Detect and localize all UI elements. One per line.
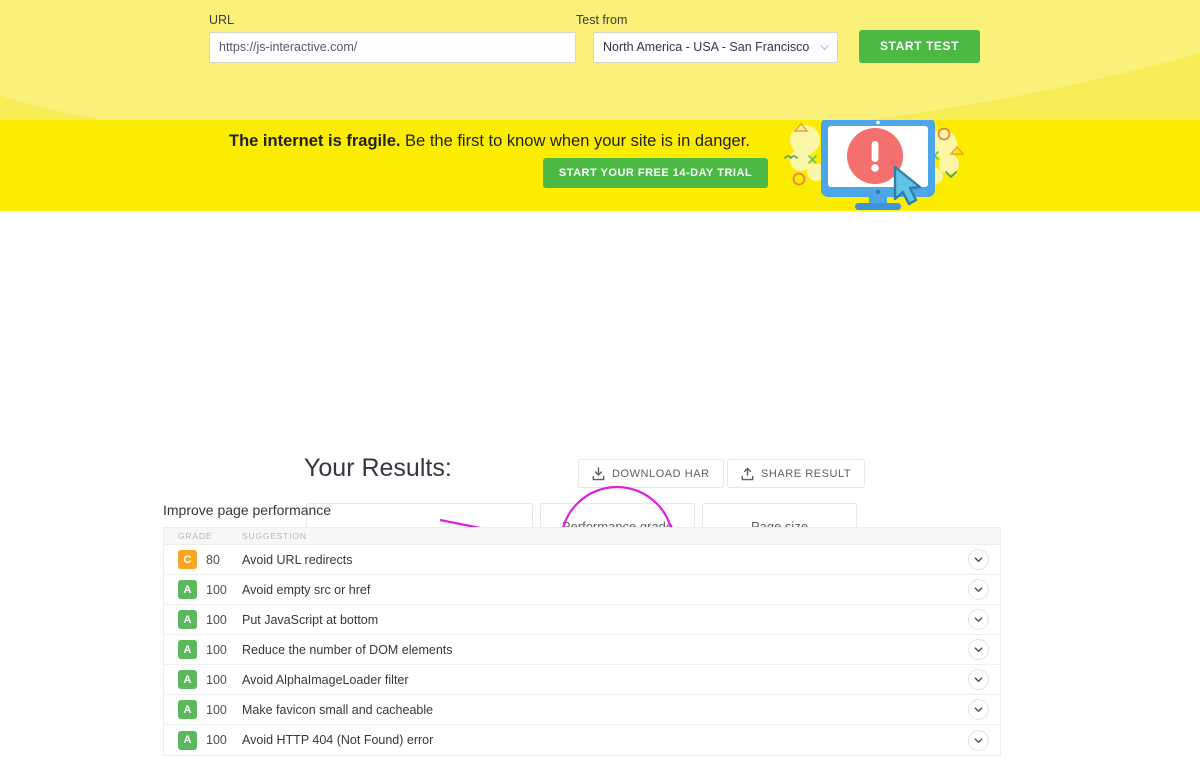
chevron-down-icon (974, 617, 983, 622)
row-score: 100 (206, 582, 227, 597)
url-field-group: URL (209, 14, 576, 63)
table-row[interactable]: C 80 Avoid URL redirects (164, 545, 1000, 575)
suggestions-table: GRADE SUGGESTION C 80 Avoid URL redirects A… (163, 527, 1001, 756)
download-har-label: DOWNLOAD HAR (612, 467, 710, 480)
location-label: Test from (576, 13, 628, 27)
chevron-down-icon (974, 647, 983, 652)
promo-banner: The internet is fragile. Be the first to… (0, 120, 1200, 211)
table-row[interactable]: A 100 Avoid AlphaImageLoader filter (164, 665, 1000, 695)
expand-row-button[interactable] (968, 579, 989, 600)
location-field-group: Test from North America - USA - San Fran… (576, 14, 838, 63)
row-score: 80 (206, 552, 220, 567)
row-score: 100 (206, 733, 227, 747)
monitor-alert-illustration (784, 120, 965, 210)
row-suggestion-text: Avoid URL redirects (242, 552, 353, 567)
row-score: 100 (206, 672, 227, 687)
row-score: 100 (206, 702, 227, 717)
row-grade-cell: C 80 (164, 550, 242, 569)
page-title: Your Results: (304, 454, 452, 482)
table-body: C 80 Avoid URL redirects A 100 Avoid empty sr… (164, 545, 1000, 755)
test-location-select[interactable]: North America - USA - San Francisco (593, 31, 838, 63)
column-header-grade: GRADE (178, 531, 213, 541)
expand-row-button[interactable] (968, 549, 989, 570)
row-grade-cell: A 100 (164, 640, 242, 659)
free-trial-button[interactable]: START YOUR FREE 14-DAY TRIAL (543, 158, 768, 188)
row-suggestion-text: Avoid HTTP 404 (Not Found) error (242, 733, 434, 747)
row-suggestion-text: Avoid empty src or href (242, 582, 371, 597)
chevron-down-icon (974, 707, 983, 712)
url-label: URL (209, 13, 235, 27)
speed-test-form: URL Test from North America - USA - San … (209, 14, 980, 63)
share-result-label: SHARE RESULT (761, 467, 852, 480)
row-suggestion-text: Put JavaScript at bottom (242, 612, 379, 627)
grade-badge: A (178, 730, 197, 750)
grade-badge: A (178, 640, 197, 659)
table-row[interactable]: A 100 Put JavaScript at bottom (164, 605, 1000, 635)
chevron-down-icon (974, 587, 983, 592)
row-suggestion-text: Avoid AlphaImageLoader filter (242, 672, 409, 687)
share-icon (741, 467, 754, 480)
download-icon (592, 466, 605, 480)
chevron-down-icon (974, 557, 983, 562)
suggestions-heading: Improve page performance (163, 502, 332, 518)
expand-row-button[interactable] (968, 699, 989, 720)
table-row[interactable]: A 100 Avoid empty src or href (164, 575, 1000, 605)
grade-badge: A (178, 610, 197, 629)
table-header-row: GRADE SUGGESTION (164, 528, 1000, 545)
row-grade-cell: A 100 (164, 700, 242, 719)
chevron-down-icon (974, 677, 983, 682)
row-suggestion-text: Make favicon small and cacheable (242, 702, 434, 717)
row-grade-cell: A 100 (164, 670, 242, 689)
promo-headline-bold: The internet is fragile. (229, 132, 401, 150)
grade-badge: A (178, 580, 197, 599)
table-row[interactable]: A 100 Reduce the number of DOM elements (164, 635, 1000, 665)
grade-badge: A (178, 700, 197, 719)
row-grade-cell: A 100 (164, 730, 242, 750)
chevron-down-icon (974, 737, 983, 743)
row-score: 100 (206, 642, 227, 657)
url-input[interactable] (209, 31, 576, 63)
row-grade-cell: A 100 (164, 610, 242, 629)
row-score: 100 (206, 612, 227, 627)
grade-badge: A (178, 670, 197, 689)
promo-headline-rest: Be the first to know when your site is i… (400, 132, 750, 150)
expand-row-button[interactable] (968, 609, 989, 630)
expand-row-button[interactable] (968, 729, 989, 751)
expand-row-button[interactable] (968, 639, 989, 660)
location-select-wrap: North America - USA - San Francisco (593, 31, 838, 63)
site-header: URL Test from North America - USA - San … (0, 0, 1200, 120)
row-suggestion-text: Reduce the number of DOM elements (242, 642, 453, 657)
expand-row-button[interactable] (968, 669, 989, 690)
grade-badge: C (178, 550, 197, 569)
column-header-suggestion: SUGGESTION (242, 531, 307, 541)
table-row[interactable]: A 100 Avoid HTTP 404 (Not Found) error (164, 725, 1000, 755)
start-test-button[interactable]: START TEST (859, 29, 980, 63)
table-row[interactable]: A 100 Make favicon small and cacheable (164, 695, 1000, 725)
share-result-button[interactable]: SHARE RESULT (727, 459, 866, 488)
row-grade-cell: A 100 (164, 580, 242, 599)
promo-headline: The internet is fragile. Be the first to… (229, 132, 750, 151)
download-har-button[interactable]: DOWNLOAD HAR (578, 459, 724, 488)
